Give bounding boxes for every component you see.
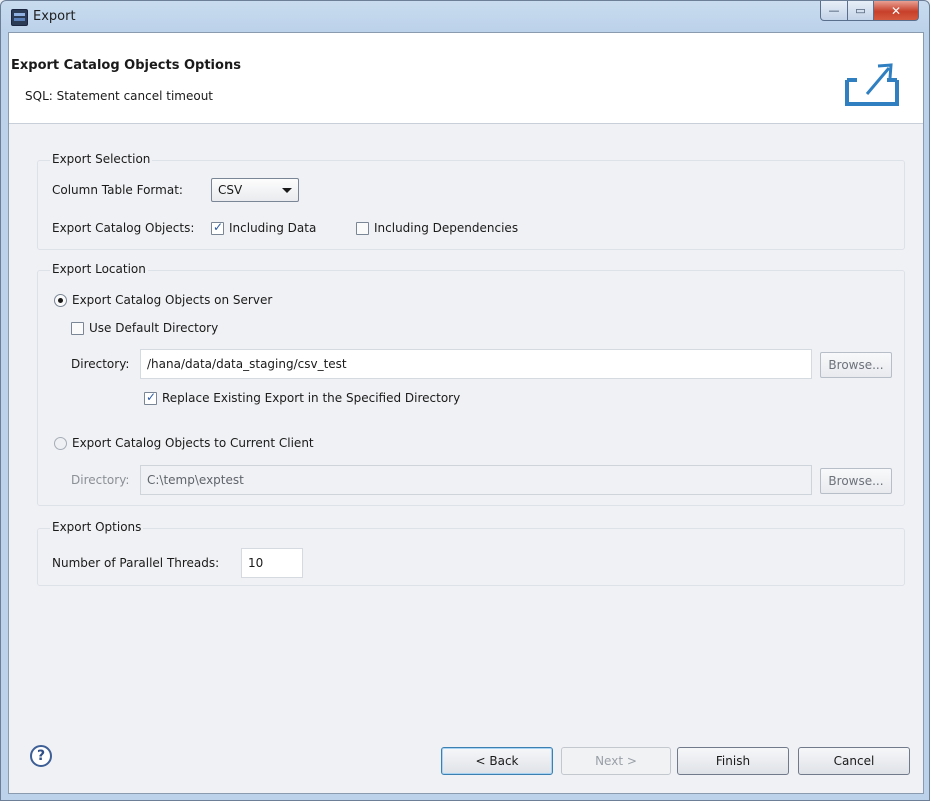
export-options-title: Export Options [50,520,144,534]
use-default-directory-label[interactable]: Use Default Directory [89,321,218,335]
next-button[interactable]: Next > [561,747,671,775]
window-controls: — ▭ ✕ [820,1,919,21]
server-browse-button[interactable]: Browse... [820,352,892,378]
including-dependencies-checkbox[interactable] [356,222,369,235]
column-format-select[interactable]: CSV [211,178,299,202]
parallel-threads-input[interactable]: 10 [241,548,303,578]
server-option-radio[interactable] [54,294,67,307]
export-dialog-window: Export — ▭ ✕ Export Catalog Objects Opti… [0,0,930,801]
back-button[interactable]: < Back [441,747,553,775]
client-directory-input[interactable]: C:\temp\exptest [140,465,812,495]
client-option-radio[interactable] [54,437,67,450]
export-selection-title: Export Selection [50,152,153,166]
cancel-button[interactable]: Cancel [798,747,910,775]
close-button[interactable]: ✕ [874,1,919,21]
window-title: Export [33,9,76,24]
export-selection-group: Export Selection Column Table Format: CS… [37,152,905,250]
column-format-label: Column Table Format: [52,183,183,197]
server-option-label[interactable]: Export Catalog Objects on Server [72,293,272,307]
maximize-button[interactable]: ▭ [848,1,874,21]
replace-existing-label[interactable]: Replace Existing Export in the Specified… [162,391,460,405]
app-icon [11,9,28,26]
server-directory-label: Directory: [71,357,130,371]
header-message: SQL: Statement cancel timeout [25,89,214,103]
client-option-label[interactable]: Export Catalog Objects to Current Client [72,436,314,450]
chevron-down-icon [282,188,292,193]
wizard-footer: ? < Back Next > Finish Cancel [9,726,923,793]
minimize-button[interactable]: — [820,1,848,21]
use-default-directory-checkbox[interactable] [71,322,84,335]
server-directory-input[interactable]: /hana/data/data_staging/csv_test [140,349,812,379]
export-options-group: Export Options Number of Parallel Thread… [37,520,905,586]
replace-existing-checkbox[interactable] [144,390,157,405]
column-format-value: CSV [218,183,243,197]
export-location-title: Export Location [50,262,148,276]
client-browse-button[interactable]: Browse... [820,468,892,494]
parallel-threads-label: Number of Parallel Threads: [52,556,220,570]
export-catalog-objects-label: Export Catalog Objects: [52,221,195,235]
page-title: Export Catalog Objects Options [11,58,241,73]
wizard-header: Export Catalog Objects Options SQL: Stat… [9,33,923,124]
wizard-body: Export Selection Column Table Format: CS… [9,124,923,726]
dialog-client-area: Export Catalog Objects Options SQL: Stat… [8,32,924,794]
help-icon[interactable]: ? [30,745,52,767]
client-directory-label: Directory: [71,473,130,487]
export-location-group: Export Location Export Catalog Objects o… [37,262,905,506]
including-data-checkbox[interactable] [211,220,224,235]
title-bar[interactable]: Export — ▭ ✕ [1,1,929,33]
export-icon [845,63,899,106]
including-dependencies-label[interactable]: Including Dependencies [374,221,518,235]
including-data-label[interactable]: Including Data [229,221,316,235]
finish-button[interactable]: Finish [677,747,789,775]
